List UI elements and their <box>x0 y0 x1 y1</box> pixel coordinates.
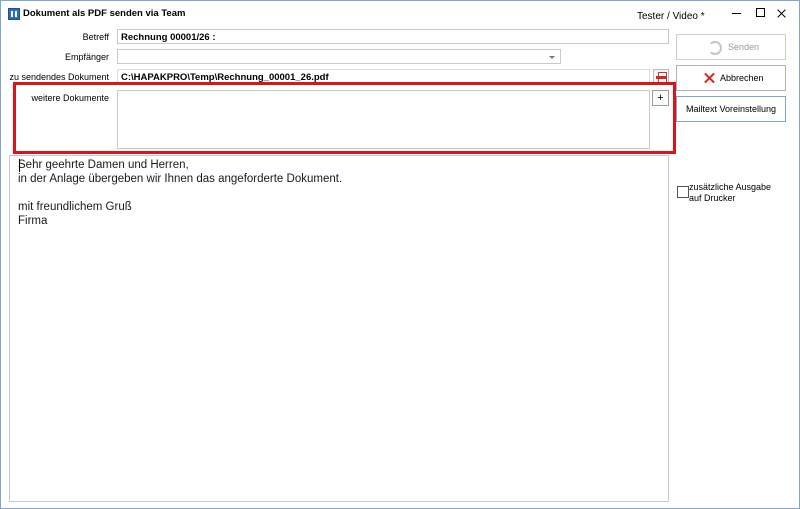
cancel-button-label: Abbrechen <box>720 73 764 83</box>
maximize-button[interactable] <box>752 5 770 21</box>
message-body[interactable]: Sehr geehrte Damen und Herren, in der An… <box>9 155 669 502</box>
message-line: mit freundlichem Gruß <box>18 201 132 213</box>
cancel-button[interactable]: Abbrechen <box>676 65 786 91</box>
recipient-combo[interactable] <box>117 49 561 64</box>
recipient-label: Empfänger <box>64 52 109 62</box>
mailtext-preset-button[interactable]: Mailtext Voreinstellung <box>676 96 786 122</box>
chevron-down-icon[interactable] <box>549 56 555 59</box>
dialog-window: Dokument als PDF senden via Team Tester … <box>0 0 800 509</box>
send-button[interactable]: Senden <box>676 34 786 60</box>
minimize-button[interactable] <box>728 5 746 21</box>
window-title: Dokument als PDF senden via Team <box>23 8 186 19</box>
close-icon <box>704 72 715 83</box>
document-label: zu sendendes Dokument <box>9 72 109 82</box>
printer-checkbox[interactable] <box>677 186 689 198</box>
refresh-icon <box>708 41 722 55</box>
message-line: Firma <box>18 215 48 227</box>
send-button-label: Senden <box>728 42 760 52</box>
message-line: Sehr geehrte Damen und Herren, <box>18 159 189 171</box>
message-line: in der Anlage übergeben wir Ihnen das an… <box>18 173 343 185</box>
highlight-box <box>13 82 676 154</box>
title-bar: Dokument als PDF senden via Team Tester … <box>1 1 799 29</box>
message-line <box>18 186 660 200</box>
close-button[interactable] <box>773 5 791 21</box>
text-caret <box>19 159 20 172</box>
subject-label: Betreff <box>82 32 109 42</box>
user-indicator: Tester / Video * <box>637 11 705 22</box>
app-icon <box>8 8 20 20</box>
subject-field[interactable]: Rechnung 00001/26 : <box>117 29 669 44</box>
printer-checkbox-label[interactable]: zusätzliche Ausgabe auf Drucker <box>689 182 781 204</box>
